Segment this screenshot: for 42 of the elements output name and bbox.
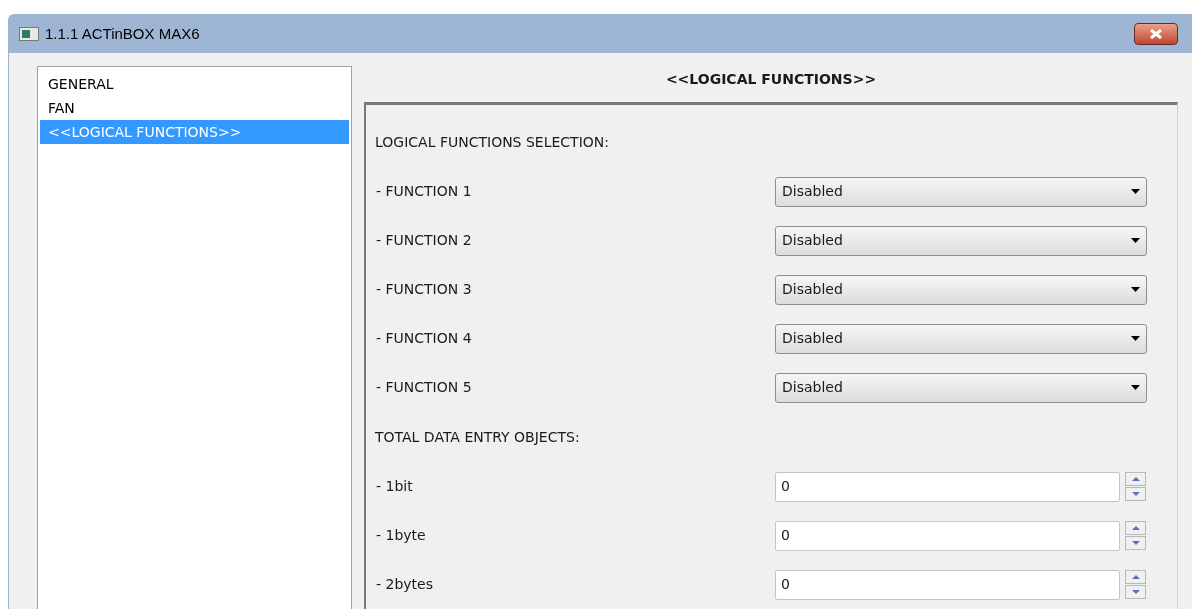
dropdown[interactable]: Disabled [775, 176, 1147, 207]
navigation-item[interactable]: GENERAL [40, 72, 349, 96]
panel-title: <<LOGICAL FUNCTIONS>> [664, 70, 878, 89]
spin-up-button[interactable] [1125, 521, 1146, 535]
field-label: - 1byte [375, 526, 427, 545]
field-label: - FUNCTION 4 [375, 329, 473, 348]
dropdown[interactable]: Disabled [775, 323, 1147, 354]
number-field[interactable]: 0 [775, 569, 1120, 600]
dropdown-arrow-icon [1131, 385, 1140, 390]
field-label: - FUNCTION 2 [375, 231, 473, 250]
field-label: - FUNCTION 3 [375, 280, 473, 299]
close-icon [1149, 29, 1163, 39]
dropdown-arrow-icon [1131, 336, 1140, 341]
dropdown-arrow-icon [1131, 238, 1140, 243]
dropdown[interactable]: Disabled [775, 225, 1147, 256]
section-heading: LOGICAL FUNCTIONS SELECTION: [375, 132, 609, 152]
navigation-item[interactable]: FAN [40, 96, 349, 120]
window-title: 1.1.1 ACTinBOX MAX6 [45, 23, 200, 44]
up-arrow-icon [1131, 526, 1140, 530]
down-arrow-icon [1131, 590, 1140, 594]
down-arrow-icon [1131, 541, 1140, 545]
field-label: - 2bytes [375, 575, 434, 594]
field-label: - 1bit [375, 477, 414, 496]
down-arrow-icon [1131, 492, 1140, 496]
field-label: - FUNCTION 5 [375, 378, 473, 397]
up-arrow-icon [1131, 477, 1140, 481]
spin-up-button[interactable] [1125, 472, 1146, 486]
field-label: - FUNCTION 1 [375, 182, 473, 201]
dropdown-arrow-icon [1131, 189, 1140, 194]
spin-down-button[interactable] [1125, 487, 1146, 501]
window-icon [19, 27, 39, 41]
spin-down-button[interactable] [1125, 585, 1146, 599]
spin-up-button[interactable] [1125, 570, 1146, 584]
number-field[interactable]: 0 [775, 520, 1120, 551]
spin-down-button[interactable] [1125, 536, 1146, 550]
dropdown[interactable]: Disabled [775, 372, 1147, 403]
dropdown-arrow-icon [1131, 287, 1140, 292]
up-arrow-icon [1131, 575, 1140, 579]
dropdown[interactable]: Disabled [775, 274, 1147, 305]
number-field[interactable]: 0 [775, 471, 1120, 502]
section-heading: TOTAL DATA ENTRY OBJECTS: [375, 427, 580, 447]
close-button[interactable] [1134, 23, 1178, 45]
